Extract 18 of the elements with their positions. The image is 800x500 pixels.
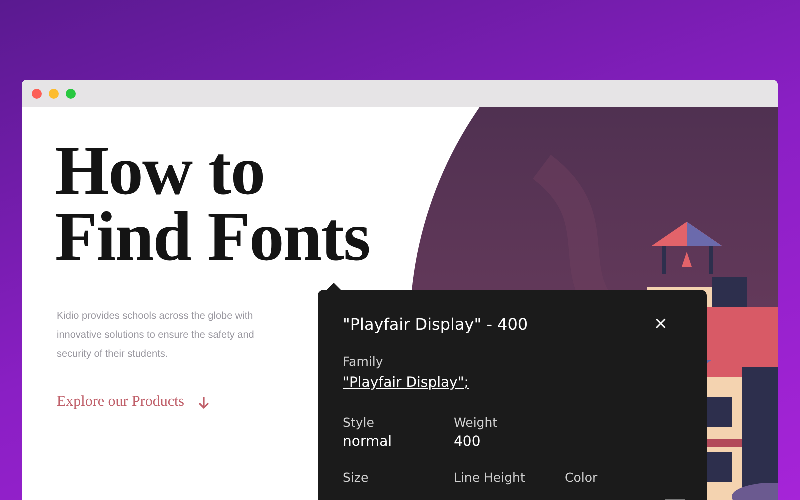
page-heading: How to Find Fonts <box>55 139 371 271</box>
field-value: normal <box>343 434 394 450</box>
minimize-window-button[interactable] <box>49 88 59 98</box>
close-window-button[interactable] <box>32 88 42 98</box>
close-button[interactable]: × <box>650 314 672 334</box>
field-label: Size <box>343 470 370 485</box>
field-label: Weight <box>454 415 499 430</box>
description-text: Kidio provides schools across the globe with innovative solutions to ensure the safety and security of their students. <box>57 310 256 362</box>
explore-link[interactable]: Explore our Products <box>57 394 210 411</box>
popup-title: "Playfair Display" - 400 <box>343 314 528 334</box>
field-label: Line Height <box>454 470 526 485</box>
field-label: Color <box>565 470 599 485</box>
field-value: 400 <box>454 434 482 450</box>
field-label: Style <box>343 415 376 430</box>
font-family-link[interactable]: "Playfair Display"; <box>343 373 469 395</box>
down-arrow-icon <box>198 396 210 410</box>
maximize-window-button[interactable] <box>66 88 76 98</box>
field-label: Family <box>343 354 384 369</box>
